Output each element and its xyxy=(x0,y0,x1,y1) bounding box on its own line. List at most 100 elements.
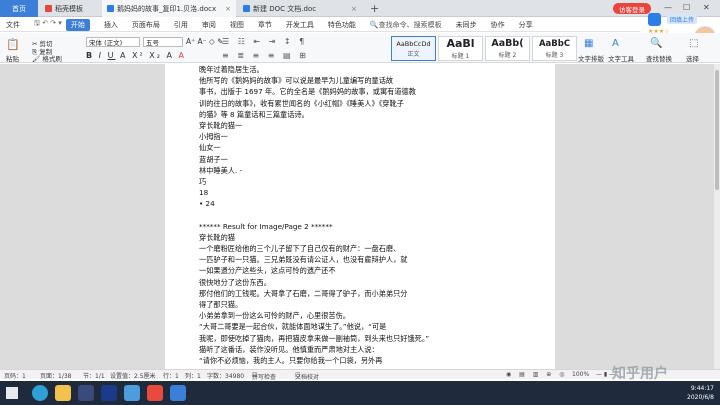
close-icon[interactable]: × xyxy=(225,5,231,13)
wps-icon xyxy=(45,5,52,12)
status-setting: 设置值：2.5厘米 xyxy=(110,373,156,380)
document-line: 仙女一 xyxy=(199,143,221,153)
select-button[interactable]: 选择 xyxy=(686,53,699,63)
quick-access-icons[interactable]: 🖫 ↶ ↷ ▾ xyxy=(34,19,62,30)
style-preview: AaBl xyxy=(446,37,475,50)
status-col: 列：1 xyxy=(185,373,201,380)
tab-templates[interactable]: 稻壳模板 xyxy=(40,0,100,17)
document-line: 一匹驴子和一只猫。三兄弟既没有请公证人，也没有雇辩护人，就 xyxy=(199,255,408,265)
document-line: 18 xyxy=(199,188,209,198)
sync-status[interactable]: 未同步 xyxy=(456,20,477,30)
minimize-icon[interactable]: — xyxy=(664,3,672,12)
tab-home[interactable]: 首页 xyxy=(0,0,38,17)
tab-new-doc[interactable]: 新建 DOC 文档.doc × xyxy=(238,0,362,17)
tab-doc-goose-label: 鹅妈妈的故事_复印1.贝洛.docx xyxy=(117,4,217,13)
login-button[interactable]: 访客登录 xyxy=(613,3,651,14)
status-page-num: 页码：1 xyxy=(4,373,26,380)
style-heading-3[interactable]: AaBbC 标题 3 xyxy=(532,36,577,61)
doc-check-label: 文档校对 xyxy=(295,374,320,381)
taskbar-date: 2020/6/8 xyxy=(687,394,714,401)
doc-icon xyxy=(107,5,114,12)
status-page-count: 页面：1/38 xyxy=(40,373,72,380)
document-page[interactable]: 晚年过着隐居生活。 他所写的《鹅妈妈的故事》可以说是最早为儿童编写的童话故 事书，出… xyxy=(165,64,555,369)
document-line: 猫听了这番话，装作没听见。他慎重而严肃地对主人说： xyxy=(199,344,379,354)
document-line: 穿长靴的猫 xyxy=(199,232,235,242)
collaborate-button[interactable]: 协作 xyxy=(491,20,505,30)
menu-developer[interactable]: 开发工具 xyxy=(286,20,314,30)
photoshop-icon[interactable] xyxy=(101,385,117,401)
font-select[interactable]: 宋体 (正文) xyxy=(86,37,140,47)
document-line: 一个磨粉匠给他的三个儿子留下了自己仅有的财产：一盘石磨、 xyxy=(199,244,401,253)
document-line: 穿长靴的猫一 xyxy=(199,120,243,130)
select-icon[interactable]: ⬚ xyxy=(689,38,698,49)
style-name: 标题 3 xyxy=(545,51,564,59)
style-name: 标题 1 xyxy=(451,53,470,60)
close-window-icon[interactable]: ✕ xyxy=(703,3,710,12)
document-line: 晚年过着隐居生活。 xyxy=(199,65,264,74)
tab-new-doc-label: 新建 DOC 文档.doc xyxy=(253,4,317,13)
paste-button[interactable]: 粘贴 xyxy=(6,53,19,63)
tab-doc-goose[interactable]: 鹅妈妈的故事_复印1.贝洛.docx × xyxy=(102,0,236,17)
maximize-icon[interactable]: ☐ xyxy=(683,3,690,12)
status-words[interactable]: 字数：34980 xyxy=(207,371,244,380)
text-format-icons[interactable]: B I U A X² X₂ A A xyxy=(86,51,186,60)
menu-section[interactable]: 章节 xyxy=(258,20,272,30)
wps-icon[interactable] xyxy=(170,385,186,401)
new-tab-icon[interactable]: + xyxy=(370,2,379,15)
wps-writer-icon[interactable] xyxy=(124,385,140,401)
document-line: 巧 xyxy=(199,176,207,186)
status-section: 节：1/1 xyxy=(83,373,105,380)
alignment-icons[interactable]: ≡ ≣ ≡ ≡ ▤ ⊞ xyxy=(222,51,309,60)
text-layout-icon[interactable]: ▦ xyxy=(584,38,593,49)
pdf-icon[interactable] xyxy=(147,385,163,401)
text-layout-button[interactable]: 文字排版 xyxy=(578,53,604,63)
font-grow-shrink-icons[interactable]: A⁺ A⁻ ◇ ✎ xyxy=(186,37,223,46)
document-line: “大哥二哥要是一起合伙，就能体面地谋生了。”他说，“可是 xyxy=(199,322,387,332)
style-heading-2[interactable]: AaBb(标题 2 xyxy=(485,36,530,61)
find-replace-button[interactable]: 查找替换 xyxy=(646,53,672,63)
document-body[interactable]: 晚年过着隐居生活。 他所写的《鹅妈妈的故事》可以说是最早为儿童编写的童话故 事书，出… xyxy=(199,64,529,366)
list-indent-icons[interactable]: ☰ ☷ ⇤ ⇥ ↕ ¶ xyxy=(222,37,307,46)
menu-home[interactable]: 开始 xyxy=(65,18,90,31)
style-normal[interactable]: AaBbCcDd 正文 xyxy=(391,36,436,61)
style-preview: AaBbCcDd xyxy=(396,39,431,48)
document-line: 得了那只猫。 xyxy=(199,299,243,309)
format-painter-button[interactable]: 🖌 格式刷 xyxy=(32,53,62,63)
view-mode-icons[interactable]: ◉ ▤ ▥ ⊕ ◎ xyxy=(506,371,567,378)
menu-features[interactable]: 特色功能 xyxy=(328,20,356,30)
cloud-icon[interactable] xyxy=(648,13,661,26)
document-line: 小拇指一 xyxy=(199,132,228,142)
app-icon[interactable] xyxy=(78,385,94,401)
search-command[interactable]: 🔍查找命令、搜索模板 xyxy=(370,20,442,30)
menu-references[interactable]: 引用 xyxy=(174,20,188,30)
style-preview: AaBbC xyxy=(538,38,571,49)
brush-icon: 🖌 xyxy=(32,55,41,63)
menu-view[interactable]: 视图 xyxy=(230,20,244,30)
menu-file[interactable]: 文件 xyxy=(6,20,20,30)
scrollbar-thumb[interactable] xyxy=(715,70,719,190)
search-icon: 🔍 xyxy=(369,20,379,29)
menu-layout[interactable]: 页面布局 xyxy=(132,20,160,30)
share-button[interactable]: 分享 xyxy=(519,20,533,30)
menu-insert[interactable]: 插入 xyxy=(104,20,118,30)
close-icon[interactable]: × xyxy=(351,5,357,13)
folder-icon[interactable] xyxy=(55,385,71,401)
font-size-value: 五号 xyxy=(146,39,159,47)
cloud-upload-button[interactable]: 回填上传 xyxy=(667,14,697,24)
search-command-label: 查找命令、搜索模板 xyxy=(378,20,442,29)
zoom-level[interactable]: 100% xyxy=(572,371,589,378)
document-line: 蓝胡子一 xyxy=(199,154,228,164)
document-line: 训的往日的故事》，收有累世闻名的《小红帽》《睡美人》《穿靴子 xyxy=(199,98,404,108)
watermark-text: 知乎用户 xyxy=(612,366,668,382)
menu-bar: 文件 🖫 ↶ ↷ ▾ 开始 插入 页面布局 引用 审阅 视图 章节 开发工具 特… xyxy=(0,18,640,32)
style-heading-1[interactable]: AaBl 标题 1 xyxy=(438,36,483,61)
paste-icon[interactable]: 📋 xyxy=(6,38,20,51)
find-replace-icon[interactable]: 🔍 xyxy=(650,38,662,49)
font-size-select[interactable]: 五号 xyxy=(143,37,183,47)
tab-templates-label: 稻壳模板 xyxy=(55,4,83,13)
windows-start-icon[interactable] xyxy=(6,387,18,399)
menu-review[interactable]: 审阅 xyxy=(202,20,216,30)
browser-icon[interactable] xyxy=(32,385,48,401)
text-tools-icon[interactable]: A xyxy=(612,38,619,49)
text-tools-button[interactable]: 文字工具 xyxy=(608,53,634,63)
